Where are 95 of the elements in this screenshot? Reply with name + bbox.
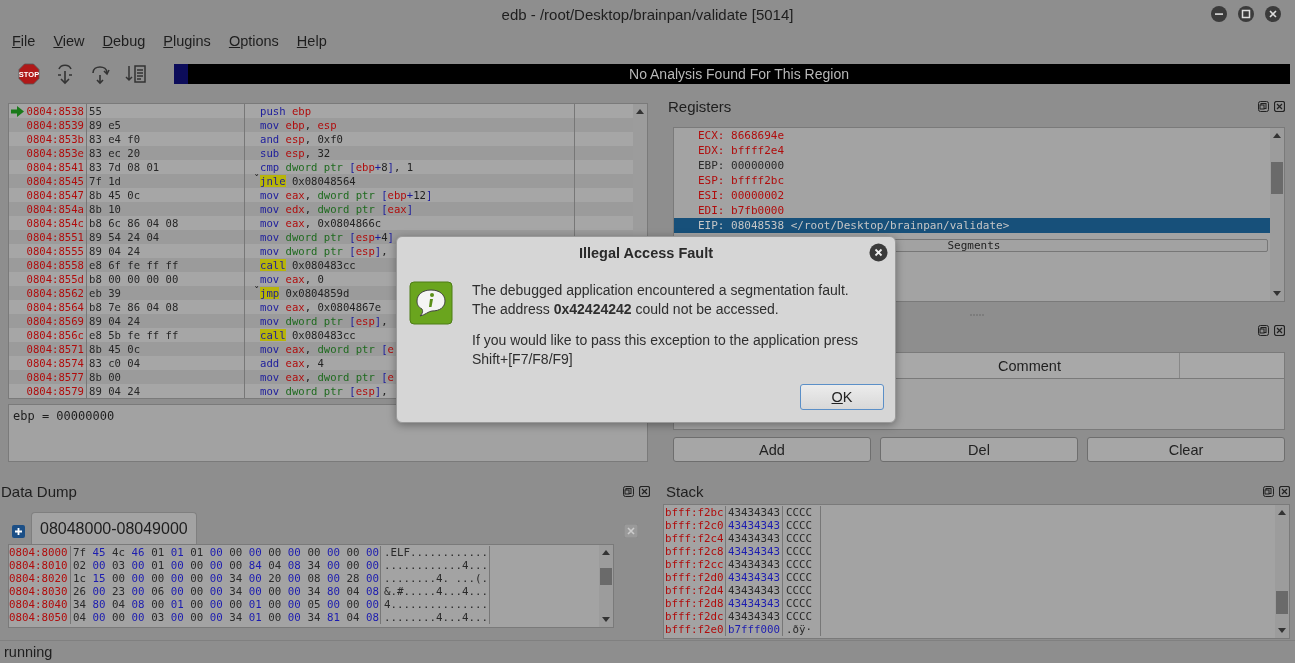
tab[interactable]: 08048000-08049000 bbox=[31, 512, 197, 544]
value-cell: 43434343 bbox=[726, 597, 783, 610]
address-cell: 0804:8000 bbox=[9, 546, 71, 559]
register-row[interactable]: EIP: 08048538 </root/Desktop/brainpan/validate> bbox=[674, 218, 1270, 233]
register-row[interactable]: EBP: 00000000 bbox=[674, 158, 1270, 173]
address-cell: bfff:f2dc bbox=[664, 610, 726, 623]
address-cell: bfff:f2c0 bbox=[664, 519, 726, 532]
ascii-text: .ELF............ bbox=[381, 546, 490, 559]
region-marker bbox=[174, 63, 188, 84]
address-cell: bfff:f2d8 bbox=[664, 597, 726, 610]
restore-icon[interactable] bbox=[623, 485, 634, 497]
ascii-text: CCCC bbox=[783, 571, 821, 584]
panel-title: Data Dump bbox=[1, 482, 77, 500]
menu-item[interactable]: View bbox=[53, 33, 85, 49]
value-cell: 43434343 bbox=[726, 532, 783, 545]
panel-button[interactable]: Clear bbox=[1087, 437, 1285, 462]
register-row[interactable]: EDX: bffff2e4 bbox=[674, 143, 1270, 158]
panel-button[interactable]: Add bbox=[673, 437, 871, 462]
info-text: ebp = 00000000 bbox=[13, 409, 115, 423]
ascii-text: CCCC bbox=[783, 597, 821, 610]
ok-button[interactable]: OK bbox=[800, 384, 884, 410]
value-cell: 43434343 bbox=[726, 558, 783, 571]
panel-title: Stack bbox=[666, 482, 704, 500]
hex-bytes: 04 00 00 00 03 00 00 00 34 01 00 00 34 81 04 08 bbox=[71, 611, 381, 624]
analysis-text: No Analysis Found For This Region bbox=[628, 65, 850, 82]
register-row[interactable]: EDI: b7fb0000 bbox=[674, 203, 1270, 218]
hex-bytes: 02 00 03 00 01 00 00 00 00 84 04 08 34 00 00 00 bbox=[71, 559, 381, 572]
address-cell: bfff:f2e0 bbox=[664, 623, 726, 636]
ascii-text: CCCC bbox=[783, 532, 821, 545]
close-icon[interactable] bbox=[1274, 324, 1285, 336]
scrollbar[interactable] bbox=[599, 545, 613, 627]
window-title: edb - /root/Desktop/brainpan/validate [5014] bbox=[501, 5, 794, 23]
ascii-text: ............4... bbox=[381, 559, 490, 572]
ascii-text: &.#.....4...4... bbox=[381, 585, 490, 598]
address-cell: bfff:f2c8 bbox=[664, 545, 726, 558]
hex-bytes: 7f 45 4c 46 01 01 01 00 00 00 00 00 00 00 00 00 bbox=[71, 546, 381, 559]
address-cell[interactable]: 0804:8579 bbox=[25, 384, 87, 398]
restore-icon[interactable] bbox=[1258, 324, 1269, 336]
address-cell: bfff:f2d0 bbox=[664, 571, 726, 584]
step-into-icon[interactable] bbox=[55, 62, 75, 85]
close-icon[interactable] bbox=[1279, 485, 1290, 497]
ascii-text: 4............... bbox=[381, 598, 490, 611]
value-cell: 43434343 bbox=[726, 610, 783, 623]
close-icon[interactable] bbox=[869, 243, 888, 262]
restore-icon[interactable] bbox=[1258, 100, 1269, 112]
ascii-text: CCCC bbox=[783, 558, 821, 571]
hex-bytes: 26 00 23 00 06 00 00 00 34 00 00 00 34 80 04 08 bbox=[71, 585, 381, 598]
address-cell: 0804:8020 bbox=[9, 572, 71, 585]
address-cell: bfff:f2c4 bbox=[664, 532, 726, 545]
bytes-cell: 89 04 24 bbox=[87, 384, 245, 398]
address-cell: 0804:8040 bbox=[9, 598, 71, 611]
value-cell: b7fff000 bbox=[726, 623, 783, 636]
panel-button[interactable]: Del bbox=[880, 437, 1078, 462]
menu-item[interactable]: Plugins bbox=[163, 33, 211, 49]
ascii-text: CCCC bbox=[783, 506, 821, 519]
close-icon[interactable] bbox=[1274, 100, 1285, 112]
ascii-text: ........4. ...(. bbox=[381, 572, 490, 585]
maximize-icon[interactable] bbox=[1237, 5, 1255, 23]
info-icon bbox=[409, 281, 453, 325]
address-cell: 0804:8030 bbox=[9, 585, 71, 598]
ascii-text: .ðÿ· bbox=[783, 623, 821, 636]
menu-item[interactable]: Options bbox=[228, 33, 279, 49]
address-cell: 0804:8010 bbox=[9, 559, 71, 572]
menu-item[interactable]: Debug bbox=[102, 33, 146, 49]
ascii-text: CCCC bbox=[783, 545, 821, 558]
close-icon[interactable] bbox=[1264, 5, 1282, 23]
address-cell: bfff:f2cc bbox=[664, 558, 726, 571]
restore-icon[interactable] bbox=[1263, 485, 1274, 497]
scrollbar[interactable] bbox=[1275, 505, 1289, 638]
minimize-icon[interactable] bbox=[1210, 5, 1228, 23]
value-cell: 43434343 bbox=[726, 506, 783, 519]
add-tab-icon[interactable] bbox=[12, 525, 25, 538]
ascii-text: CCCC bbox=[783, 519, 821, 532]
register-row[interactable]: ESI: 00000002 bbox=[674, 188, 1270, 203]
close-icon[interactable] bbox=[639, 485, 650, 497]
step-out-icon[interactable] bbox=[125, 62, 147, 85]
ascii-text: CCCC bbox=[783, 610, 821, 623]
hex-bytes: 34 80 04 08 00 01 00 00 00 01 00 00 05 00 00 00 bbox=[71, 598, 381, 611]
register-row[interactable]: ECX: 8668694e bbox=[674, 128, 1270, 143]
register-row[interactable]: ESP: bffff2bc bbox=[674, 173, 1270, 188]
hex-bytes: 1c 15 00 00 00 00 00 00 34 00 20 00 08 00 28 00 bbox=[71, 572, 381, 585]
address-cell: bfff:f2bc bbox=[664, 506, 726, 519]
value-cell: 43434343 bbox=[726, 519, 783, 532]
address-cell: bfff:f2d4 bbox=[664, 584, 726, 597]
status-text: running bbox=[4, 644, 53, 660]
panel-title: Registers bbox=[668, 97, 732, 115]
ascii-text: ........4...4... bbox=[381, 611, 490, 624]
address-cell: 0804:8050 bbox=[9, 611, 71, 624]
value-cell: 43434343 bbox=[726, 545, 783, 558]
value-cell: 43434343 bbox=[726, 571, 783, 584]
menu-item[interactable]: File bbox=[12, 33, 36, 49]
menu-item[interactable]: Help bbox=[296, 33, 327, 49]
ascii-text: CCCC bbox=[783, 584, 821, 597]
value-cell: 43434343 bbox=[726, 584, 783, 597]
scrollbar[interactable] bbox=[1270, 128, 1284, 301]
